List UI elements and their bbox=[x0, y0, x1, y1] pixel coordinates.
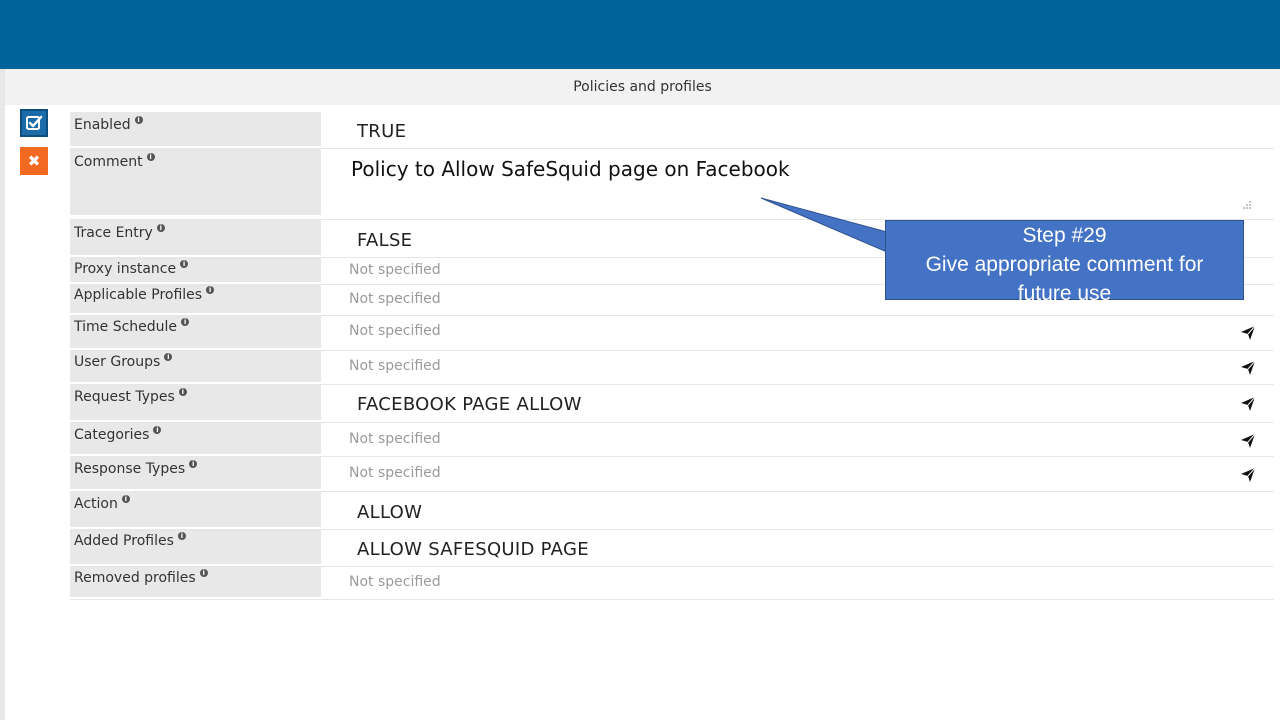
field-row-categories: Categories i Not specified bbox=[70, 423, 1274, 457]
close-icon: ✖ bbox=[27, 152, 41, 170]
field-row-time-schedule: Time Schedule i Not specified bbox=[70, 316, 1274, 351]
resize-grip-icon[interactable] bbox=[1242, 200, 1252, 210]
applicable-profiles-value[interactable]: Not specified bbox=[349, 291, 441, 307]
field-label-user-groups: User Groups i bbox=[70, 351, 321, 382]
field-label-enabled: Enabled i bbox=[70, 112, 321, 146]
info-icon[interactable]: i bbox=[178, 388, 187, 396]
field-row-comment: Comment i Policy to Allow SafeSquid page … bbox=[70, 149, 1274, 220]
added-profiles-value[interactable]: ALLOW SAFESQUID PAGE bbox=[357, 539, 589, 560]
field-label-added-profiles: Added Profiles i bbox=[70, 530, 321, 564]
field-row-added-profiles: Added Profiles i ALLOW SAFESQUID PAGE bbox=[70, 530, 1274, 567]
left-edge bbox=[0, 69, 5, 720]
field-label-applicable-profiles: Applicable Profiles i bbox=[70, 285, 321, 313]
field-row-user-groups: User Groups i Not specified bbox=[70, 351, 1274, 385]
callout-text-line1: Give appropriate comment for bbox=[925, 253, 1204, 276]
info-icon[interactable]: i bbox=[134, 116, 143, 124]
field-label-removed-profiles: Removed profiles i bbox=[70, 567, 321, 597]
field-label-categories: Categories i bbox=[70, 423, 321, 454]
callout-step: Step #29 bbox=[1022, 224, 1107, 247]
time-schedule-value[interactable]: Not specified bbox=[349, 323, 441, 339]
send-icon[interactable] bbox=[1241, 397, 1255, 411]
field-label-response-types: Response Types i bbox=[70, 457, 321, 489]
field-row-removed-profiles: Removed profiles i Not specified bbox=[70, 567, 1274, 600]
proxy-instance-value[interactable]: Not specified bbox=[349, 262, 441, 278]
field-label-time-schedule: Time Schedule i bbox=[70, 316, 321, 348]
info-icon[interactable]: i bbox=[164, 353, 173, 361]
field-row-action: Action i ALLOW bbox=[70, 492, 1274, 530]
info-icon[interactable]: i bbox=[146, 153, 155, 161]
field-label-action: Action i bbox=[70, 492, 321, 527]
info-icon[interactable]: i bbox=[177, 532, 186, 540]
info-icon[interactable]: i bbox=[181, 318, 190, 326]
field-row-response-types: Response Types i Not specified bbox=[70, 457, 1274, 492]
request-types-value[interactable]: FACEBOOK PAGE ALLOW bbox=[357, 394, 582, 415]
enabled-value[interactable]: TRUE bbox=[357, 121, 406, 142]
info-icon[interactable]: i bbox=[206, 286, 215, 294]
step-callout: Step #29 Give appropriate comment for fu… bbox=[885, 220, 1244, 305]
categories-value[interactable]: Not specified bbox=[349, 431, 441, 447]
page-title: Policies and profiles bbox=[5, 69, 1280, 105]
enable-policy-button[interactable] bbox=[20, 109, 48, 137]
trace-entry-value[interactable]: FALSE bbox=[357, 230, 412, 251]
delete-policy-button[interactable]: ✖ bbox=[20, 147, 48, 175]
comment-textarea[interactable]: Policy to Allow SafeSquid page on Facebo… bbox=[351, 157, 790, 181]
send-icon[interactable] bbox=[1241, 434, 1255, 448]
page-title-text: Policies and profiles bbox=[573, 79, 712, 95]
info-icon[interactable]: i bbox=[180, 260, 189, 268]
top-header-bar bbox=[0, 0, 1280, 69]
removed-profiles-value[interactable]: Not specified bbox=[349, 574, 441, 590]
send-icon[interactable] bbox=[1241, 468, 1255, 482]
checkbox-icon bbox=[26, 115, 43, 130]
response-types-value[interactable]: Not specified bbox=[349, 465, 441, 481]
callout-text-line2: future use bbox=[1017, 282, 1112, 305]
info-icon[interactable]: i bbox=[189, 460, 198, 468]
field-label-request-types: Request Types i bbox=[70, 385, 321, 420]
info-icon[interactable]: i bbox=[156, 224, 165, 232]
info-icon[interactable]: i bbox=[199, 569, 208, 577]
send-icon[interactable] bbox=[1241, 326, 1255, 340]
field-row-enabled: Enabled i TRUE bbox=[70, 112, 1274, 149]
field-label-comment: Comment i bbox=[70, 149, 321, 215]
field-label-trace-entry: Trace Entry i bbox=[70, 220, 321, 255]
send-icon[interactable] bbox=[1241, 361, 1255, 375]
info-icon[interactable]: i bbox=[121, 495, 130, 503]
info-icon[interactable]: i bbox=[153, 426, 162, 434]
user-groups-value[interactable]: Not specified bbox=[349, 358, 441, 374]
action-value[interactable]: ALLOW bbox=[357, 502, 422, 523]
field-row-request-types: Request Types i FACEBOOK PAGE ALLOW bbox=[70, 385, 1274, 423]
field-label-proxy-instance: Proxy instance i bbox=[70, 258, 321, 282]
